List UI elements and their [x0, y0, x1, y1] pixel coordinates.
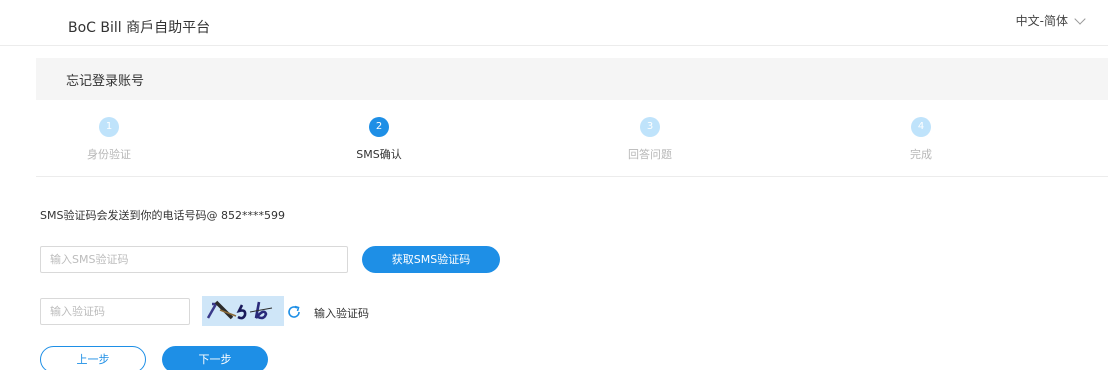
step-number: 1: [99, 117, 119, 137]
page-title: 忘记登录账号: [66, 74, 145, 89]
get-sms-code-button[interactable]: 获取SMS验证码: [362, 246, 500, 273]
step-number: 4: [911, 117, 931, 137]
sms-code-input[interactable]: [40, 246, 348, 273]
step-complete: 4 完成: [861, 117, 981, 162]
step-sms: 2 SMS确认: [319, 117, 439, 162]
next-step-button[interactable]: 下一步: [162, 346, 268, 370]
captcha-label: 输入验证码: [314, 307, 369, 320]
captcha-input[interactable]: [40, 298, 190, 325]
sms-info-text: SMS验证码会发送到你的电话号码@ 852****599: [40, 209, 285, 222]
previous-step-button[interactable]: 上一步: [40, 346, 146, 370]
top-header: BoC Bill 商戶自助平台 中文-简体: [0, 0, 1108, 46]
step-label: SMS确认: [356, 148, 402, 161]
step-questions: 3 回答问题: [590, 117, 710, 162]
brand-title: BoC Bill 商戶自助平台: [68, 20, 211, 36]
page-title-bar: 忘记登录账号: [36, 58, 1108, 100]
step-indicator: 1 身份验证 2 SMS确认 3 回答问题 4 完成: [36, 100, 1108, 177]
step-label: 完成: [910, 148, 932, 161]
refresh-icon[interactable]: [286, 304, 302, 320]
step-number: 3: [640, 117, 660, 137]
language-label: 中文-简体: [1015, 14, 1068, 28]
step-identity: 1 身份验证: [49, 117, 169, 162]
captcha-image[interactable]: [202, 296, 284, 326]
step-number: 2: [369, 117, 389, 137]
step-label: 身份验证: [87, 148, 131, 161]
language-selector[interactable]: 中文-简体: [1015, 12, 1086, 29]
chevron-down-icon: [1074, 12, 1086, 25]
step-label: 回答问题: [628, 148, 672, 161]
